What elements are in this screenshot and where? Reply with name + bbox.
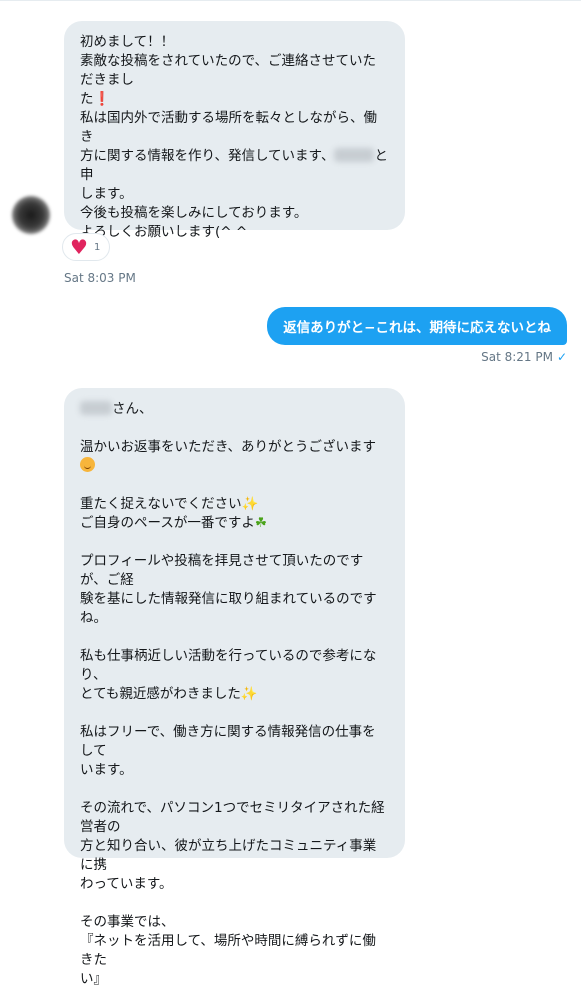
message-line: 私は国内外で活動する場所を転々としながら、働き (80, 110, 377, 145)
message-line: 温かいお返事をいただき、ありがとうございます (80, 438, 389, 476)
incoming-message-1: 初めまして！！ 素敵な投稿をされていたので、ご連絡させていただきまし た❗ 私は… (64, 21, 405, 240)
message-line (80, 476, 389, 495)
reply-status: Sat 8:21 PM ✓ (481, 350, 567, 364)
message-paragraph: その事業では、 『ネットを活用して、場所や時間に縛られずに働きた い』 (80, 914, 376, 987)
message-line: た❗ (80, 90, 389, 109)
outgoing-message: 返信ありがと−これは、期待に応えないとね (267, 307, 567, 345)
message-line: とても親近感がわきました✨ (80, 685, 389, 704)
redacted-name (80, 401, 112, 415)
exclamation-icon: ❗ (93, 91, 111, 107)
message-line: します。 (80, 186, 133, 202)
message-line (80, 628, 389, 647)
message-line: 初めまして！！ (80, 34, 175, 50)
message-line (80, 894, 389, 913)
message-line-text: とても親近感がわきました (80, 686, 241, 702)
message-line-text: 方に関する情報を作り、発信しています、 (80, 148, 335, 164)
reply-timestamp: Sat 8:21 PM (481, 350, 553, 364)
check-icon: ✓ (556, 350, 567, 364)
message-line: 今後も投稿を楽しみにしております。 (80, 205, 308, 221)
reaction-badge[interactable]: ♥ 1 (62, 233, 110, 261)
message-line-text: た (80, 91, 94, 107)
message-line (80, 704, 389, 723)
incoming-message-2: さん、 温かいお返事をいただき、ありがとうございます 重たく捉えないでください✨… (64, 388, 405, 987)
heart-icon: ♥ (70, 235, 88, 259)
top-divider (0, 0, 581, 1)
message-paragraph: プロフィールや投稿を拝見させて頂いたのですが、ご経 験を基にした情報発信に取り組… (80, 553, 377, 626)
smile-icon (80, 457, 95, 472)
message-line (80, 419, 389, 438)
message-line (80, 533, 389, 552)
greeting-suffix: さん、 (112, 401, 153, 417)
message-line-text: 重たく捉えないでください (80, 496, 242, 512)
message-line: ご自身のペースが一番ですよ☘ (80, 514, 389, 533)
message-line-text: 温かいお返事をいただき、ありがとうございます (80, 439, 377, 455)
message-line: さん、 (80, 400, 389, 419)
message-paragraph: その流れで、パソコン1つでセミリタイアされた経営者の 方と知り合い、彼が立ち上げ… (80, 800, 385, 892)
message-line: 私も仕事柄近しい活動を行っているので参考になり、 (80, 648, 377, 683)
message-line (80, 780, 389, 799)
clover-icon: ☘ (254, 515, 267, 531)
message-line: 方に関する情報を作り、発信しています、 と申 (80, 147, 389, 185)
reaction-count: 1 (93, 241, 101, 253)
sparkle-icon: ✨ (240, 686, 258, 702)
redacted-name (334, 148, 375, 162)
message-line: よろしくお願いします(^ ^ (80, 224, 248, 240)
avatar[interactable] (12, 196, 50, 234)
message-paragraph: 私はフリーで、働き方に関する情報発信の仕事をして います。 (80, 724, 376, 778)
message-line-text: ご自身のペースが一番ですよ (80, 515, 255, 531)
sparkle-icon: ✨ (241, 496, 259, 512)
message-line: 素敵な投稿をされていたので、ご連絡させていただきまし (80, 53, 377, 88)
message-timestamp: Sat 8:03 PM (64, 271, 136, 285)
message-line: 重たく捉えないでください✨ (80, 495, 389, 514)
